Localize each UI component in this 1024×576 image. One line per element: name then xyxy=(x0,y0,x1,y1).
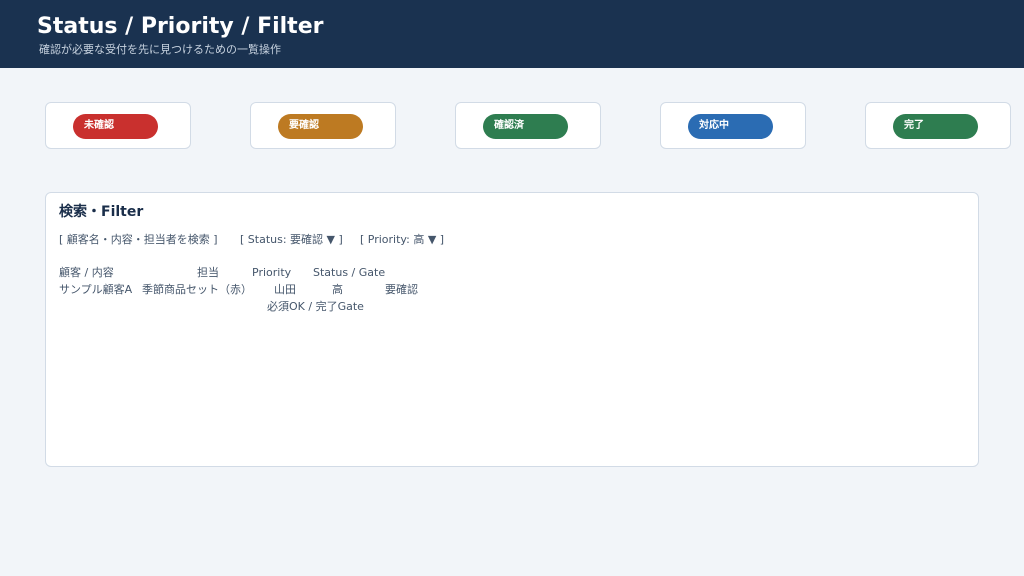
filter-panel: 検索・Filter [ 顧客名・内容・担当者を検索 ] [ Status: 要確… xyxy=(45,192,979,467)
filter-panel-title: 検索・Filter xyxy=(59,204,144,220)
column-header-customer: 顧客 / 内容 xyxy=(59,266,114,279)
status-badge-in-progress: 対応中 xyxy=(688,114,773,139)
status-card-in-progress[interactable]: 対応中 xyxy=(660,102,806,149)
row-gate: 必須OK / 完了Gate xyxy=(267,300,364,313)
search-input[interactable]: [ 顧客名・内容・担当者を検索 ] xyxy=(59,233,218,247)
page-title: Status / Priority / Filter xyxy=(37,14,324,39)
page-subtitle: 確認が必要な受付を先に見つけるための一覧操作 xyxy=(39,43,281,56)
row-status: 要確認 xyxy=(385,283,418,296)
status-badge-unconfirmed: 未確認 xyxy=(73,114,158,139)
column-header-status: Status / Gate xyxy=(313,266,386,279)
status-badge-needs-check: 要確認 xyxy=(278,114,363,139)
row-content: 季節商品セット（赤） xyxy=(142,283,252,296)
status-badge-confirmed: 確認済 xyxy=(483,114,568,139)
status-filter-dropdown[interactable]: [ Status: 要確認 ▼ ] xyxy=(240,233,343,247)
row-assignee: 山田 xyxy=(274,283,296,296)
column-header-priority: Priority xyxy=(252,266,292,279)
status-card-needs-check[interactable]: 要確認 xyxy=(250,102,396,149)
row-priority: 高 xyxy=(332,283,343,296)
status-badge-done: 完了 xyxy=(893,114,978,139)
column-header-assignee: 担当 xyxy=(197,266,219,279)
status-card-done[interactable]: 完了 xyxy=(865,102,1011,149)
priority-filter-dropdown[interactable]: [ Priority: 高 ▼ ] xyxy=(360,233,444,247)
row-customer: サンプル顧客A xyxy=(59,283,133,296)
status-card-confirmed[interactable]: 確認済 xyxy=(455,102,601,149)
app-header: Status / Priority / Filter 確認が必要な受付を先に見つ… xyxy=(0,0,1024,68)
status-card-unconfirmed[interactable]: 未確認 xyxy=(45,102,191,149)
